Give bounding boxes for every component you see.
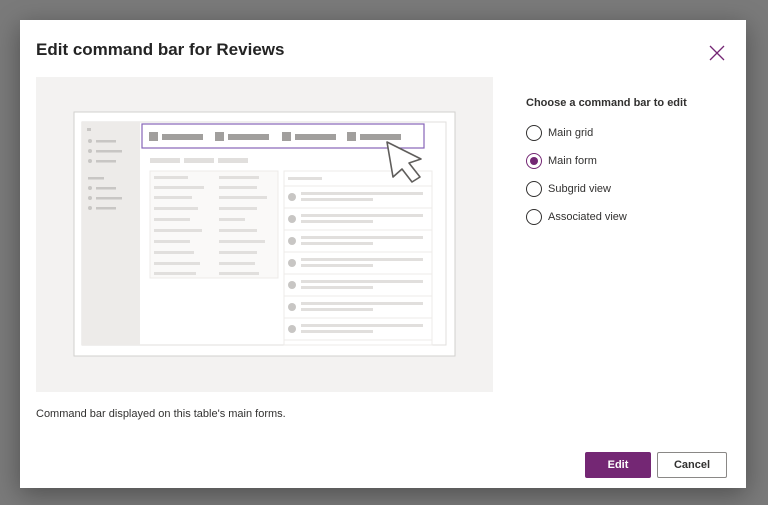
options-heading: Choose a command bar to edit (526, 97, 687, 109)
command-bar-preview-illustration (36, 77, 493, 392)
option-main-grid[interactable]: Main grid (526, 119, 726, 147)
edit-command-bar-dialog: Edit command bar for Reviews Command bar… (20, 20, 746, 488)
radio-subgrid-view[interactable] (526, 181, 542, 197)
option-main-form[interactable]: Main form (526, 147, 726, 175)
radio-main-form[interactable] (526, 153, 542, 169)
selection-caption: Command bar displayed on this table's ma… (36, 408, 286, 420)
edit-button[interactable]: Edit (585, 452, 651, 478)
radio-selected-dot (530, 157, 538, 165)
option-label: Subgrid view (548, 183, 611, 195)
option-subgrid-view[interactable]: Subgrid view (526, 175, 726, 203)
option-label: Main grid (548, 127, 594, 139)
form-illustration (73, 111, 456, 357)
option-label: Main form (548, 155, 597, 167)
cancel-button[interactable]: Cancel (657, 452, 727, 478)
close-icon[interactable] (708, 44, 726, 62)
dialog-title: Edit command bar for Reviews (36, 40, 285, 59)
command-bar-options: Choose a command bar to edit Main grid M… (526, 97, 726, 231)
radio-main-grid[interactable] (526, 125, 542, 141)
radio-associated-view[interactable] (526, 209, 542, 225)
option-label: Associated view (548, 211, 627, 223)
option-associated-view[interactable]: Associated view (526, 203, 726, 231)
